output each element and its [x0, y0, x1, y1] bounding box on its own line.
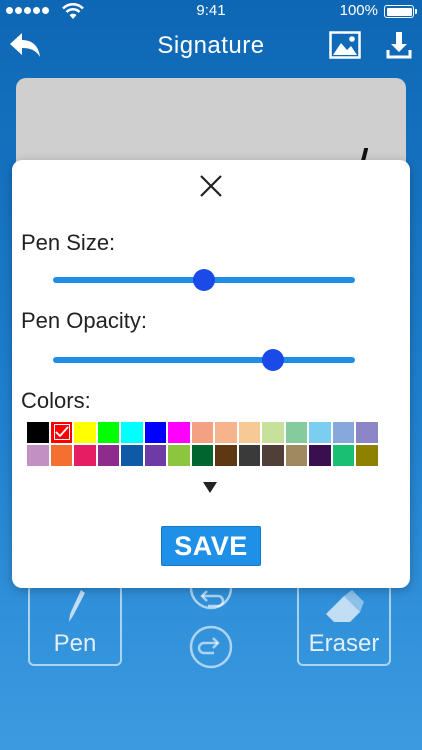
pen-size-slider[interactable] — [53, 268, 355, 292]
checkmark-icon — [53, 424, 70, 440]
color-swatch[interactable] — [262, 422, 284, 443]
color-swatch[interactable] — [356, 422, 378, 443]
colors-label: Colors: — [21, 388, 91, 413]
eraser-button[interactable]: Eraser — [297, 584, 391, 666]
color-swatch[interactable] — [27, 422, 49, 443]
download-icon[interactable] — [386, 30, 412, 60]
color-row-2 — [27, 445, 395, 466]
pen-settings-dialog: Pen Size: Pen Opacity: Colors: SAVE — [12, 160, 410, 588]
color-swatch[interactable] — [121, 445, 143, 466]
color-swatch[interactable] — [215, 445, 237, 466]
color-swatch[interactable] — [97, 422, 119, 443]
color-swatch[interactable] — [332, 422, 354, 443]
color-swatch[interactable] — [121, 422, 143, 443]
color-swatch[interactable] — [50, 422, 72, 443]
pen-label: Pen — [53, 630, 97, 657]
nav-bar: Signature — [0, 22, 422, 68]
color-swatch[interactable] — [27, 445, 49, 466]
color-swatch[interactable] — [285, 422, 307, 443]
color-swatch[interactable] — [332, 445, 354, 466]
color-swatch[interactable] — [50, 445, 72, 466]
color-swatch[interactable] — [74, 422, 96, 443]
color-swatch[interactable] — [238, 445, 260, 466]
redo-icon[interactable] — [188, 624, 234, 670]
pen-icon — [69, 590, 85, 622]
color-swatch[interactable] — [144, 445, 166, 466]
pen-opacity-slider[interactable] — [53, 348, 355, 372]
pen-opacity-label: Pen Opacity: — [21, 308, 147, 333]
color-swatch[interactable] — [309, 422, 331, 443]
close-icon[interactable] — [198, 173, 224, 199]
triangle-down-icon[interactable] — [202, 480, 218, 494]
battery-icon — [384, 5, 417, 18]
color-swatch[interactable] — [238, 422, 260, 443]
pen-opacity-track — [53, 357, 355, 363]
color-swatch[interactable] — [144, 422, 166, 443]
color-swatch[interactable] — [191, 445, 213, 466]
save-button[interactable]: SAVE — [161, 526, 261, 566]
color-swatch[interactable] — [191, 422, 213, 443]
color-swatch[interactable] — [168, 422, 190, 443]
color-swatch[interactable] — [97, 445, 119, 466]
color-swatch[interactable] — [215, 422, 237, 443]
eraser-label: Eraser — [308, 630, 380, 657]
pen-button[interactable]: Pen — [28, 584, 122, 666]
color-swatch[interactable] — [356, 445, 378, 466]
pen-size-label: Pen Size: — [21, 230, 116, 255]
color-swatch[interactable] — [285, 445, 307, 466]
color-swatch[interactable] — [309, 445, 331, 466]
eraser-icon — [326, 590, 364, 622]
color-swatch[interactable] — [74, 445, 96, 466]
status-bar: 9:41 100% — [0, 0, 422, 22]
color-row-1 — [27, 422, 395, 443]
color-swatch[interactable] — [262, 445, 284, 466]
pen-size-thumb[interactable] — [193, 269, 215, 291]
color-palette — [27, 422, 395, 468]
image-icon[interactable] — [329, 31, 361, 59]
color-swatch[interactable] — [168, 445, 190, 466]
pen-opacity-thumb[interactable] — [262, 349, 285, 371]
battery-percentage: 100% — [339, 2, 378, 19]
